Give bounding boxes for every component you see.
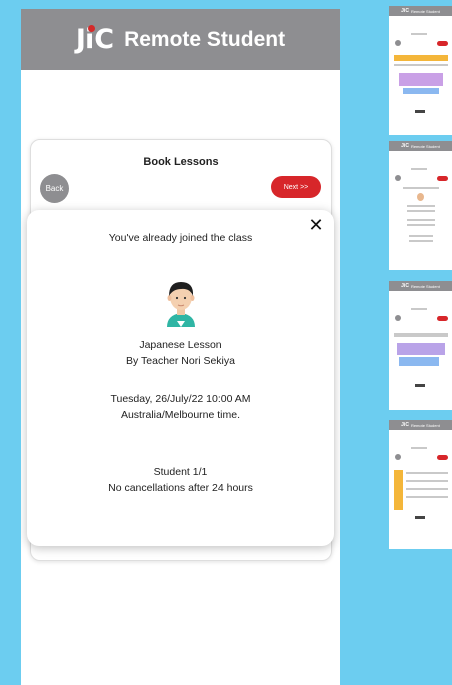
thumbnail-2[interactable]: JiC Remote Student bbox=[389, 141, 452, 270]
app-title: Remote Student bbox=[124, 27, 286, 51]
cancellation-policy: No cancellations after 24 hours bbox=[108, 482, 253, 494]
lesson-name: Japanese Lesson bbox=[139, 339, 222, 351]
thumbnail-4[interactable]: JiC Remote Student bbox=[389, 420, 452, 549]
joined-message: You've already joined the class bbox=[108, 232, 253, 244]
thumbnail-1[interactable]: JiC Remote Student bbox=[389, 6, 452, 135]
thumbnail-3[interactable]: JiC Remote Student bbox=[389, 281, 452, 410]
phone-screen: JiC Remote Student Book Lessons Back Nex… bbox=[21, 9, 340, 685]
teacher-avatar bbox=[167, 282, 195, 327]
teacher-name: By Teacher Nori Sekiya bbox=[126, 355, 235, 367]
back-button[interactable]: Back bbox=[40, 174, 69, 203]
student-count: Student 1/1 bbox=[153, 466, 208, 478]
book-lessons-title: Book Lessons bbox=[143, 156, 219, 168]
lesson-datetime: Tuesday, 26/July/22 10:00 AM Australia/M… bbox=[110, 393, 251, 421]
app-header: JiC Remote Student bbox=[21, 9, 340, 70]
next-button[interactable]: Next >> bbox=[271, 176, 321, 198]
jic-logo: JiC bbox=[75, 24, 115, 55]
joined-class-modal: ✕ You've already joined the class Japane… bbox=[27, 210, 334, 546]
